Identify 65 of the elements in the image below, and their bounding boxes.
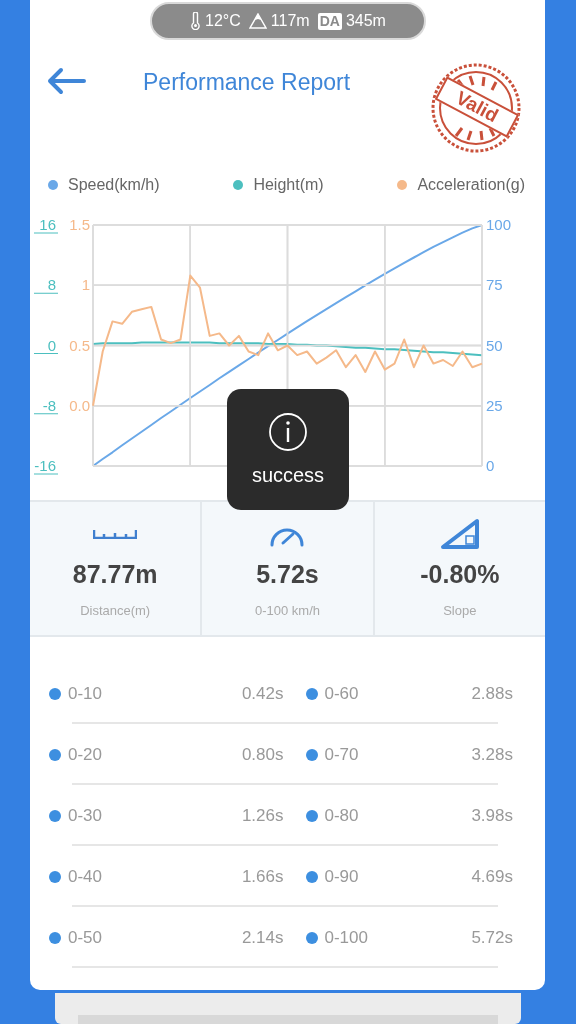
split-time: 4.69s <box>471 866 513 887</box>
legend-label: Speed(km/h) <box>68 176 160 194</box>
stat-value: -0.80% <box>420 560 500 589</box>
axis-label: -8 <box>42 396 56 414</box>
split-time: 5.72s <box>471 927 513 948</box>
legend-label: Acceleration(g) <box>417 176 525 194</box>
split-time: 2.88s <box>471 683 513 704</box>
split-range: 0-10 <box>68 683 103 704</box>
toast-message: success <box>251 464 325 487</box>
axis-label: 0.0 <box>69 396 90 414</box>
da-badge: DA <box>317 12 342 30</box>
split-range: 0-20 <box>68 744 103 765</box>
bullet-dot <box>305 809 318 822</box>
back-button[interactable] <box>46 67 86 95</box>
bullet-dot <box>305 687 318 700</box>
axis-label: 1.5 <box>69 216 90 233</box>
axis-label: -16 <box>34 457 56 474</box>
stat-label: 0-100 km/h <box>254 603 320 618</box>
bullet-dot <box>305 931 318 944</box>
axis-label: 16 <box>39 216 56 233</box>
page-title: Performance Report <box>143 69 351 96</box>
split-range: 0-70 <box>324 744 359 765</box>
axis-label: 0.5 <box>69 336 90 354</box>
split-time: 2.14s <box>241 927 284 948</box>
bullet-dot <box>49 748 61 761</box>
ruler-icon <box>93 529 138 539</box>
thermometer-icon <box>190 12 202 30</box>
axis-label: 100 <box>486 216 512 233</box>
bullet-dot <box>305 870 318 883</box>
stat-label: Slope <box>443 603 477 618</box>
legend-label: Height(m) <box>253 176 324 194</box>
split-time: 3.28s <box>471 744 513 765</box>
bullet-dot <box>49 809 61 822</box>
split-range: 0-80 <box>324 805 359 826</box>
split-time: 1.26s <box>241 805 284 826</box>
mountain-icon <box>248 13 267 29</box>
split-range: 0-50 <box>68 927 103 948</box>
axis-label: 1 <box>81 276 90 294</box>
split-range: 0-30 <box>68 805 103 826</box>
split-time: 0.42s <box>241 683 284 704</box>
bullet-dot <box>49 931 61 944</box>
slope-icon <box>439 518 480 550</box>
split-range: 0-40 <box>68 866 103 887</box>
split-range: 0-100 <box>324 927 368 948</box>
axis-label: 8 <box>47 276 56 294</box>
axis-label: 25 <box>486 396 503 414</box>
axis-label: 0 <box>47 336 56 354</box>
bullet-dot <box>49 687 61 700</box>
split-range: 0-90 <box>324 866 359 887</box>
split-range: 0-60 <box>324 683 359 704</box>
bullet-dot <box>49 870 61 883</box>
split-time: 3.98s <box>471 805 513 826</box>
info-icon <box>268 412 308 452</box>
split-time: 1.66s <box>241 866 284 887</box>
stat-value: 5.72s <box>256 560 319 589</box>
stat-value: 87.77m <box>72 560 158 589</box>
stat-label: Distance(m) <box>80 603 151 618</box>
bullet-dot <box>305 748 318 761</box>
temperature-text: 12°C <box>205 12 241 30</box>
axis-label: 75 <box>486 276 503 294</box>
axis-label: 50 <box>486 336 503 354</box>
density-altitude-text: 345m <box>345 12 386 30</box>
axis-label: 0 <box>486 457 495 474</box>
altitude-text: 117m <box>270 12 310 30</box>
split-time: 0.80s <box>241 744 284 765</box>
